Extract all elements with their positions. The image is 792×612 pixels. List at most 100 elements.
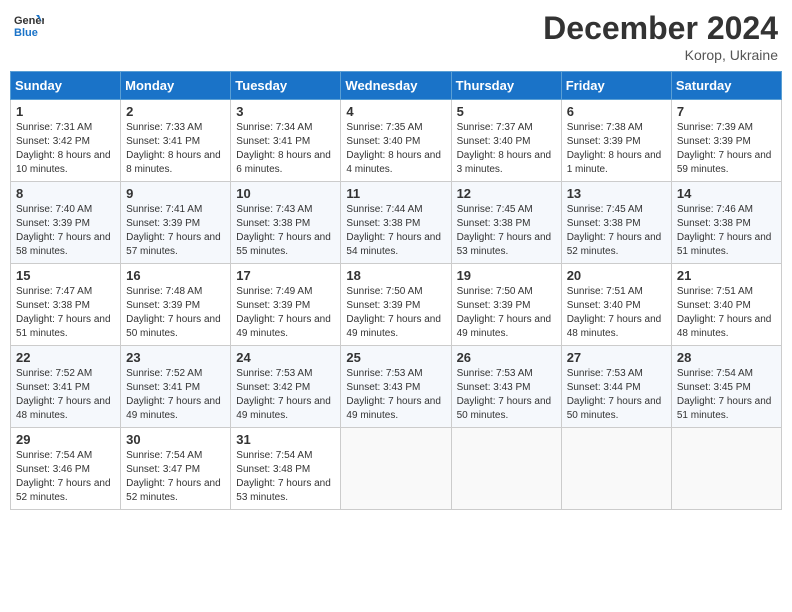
calendar-cell: 13 Sunrise: 7:45 AMSunset: 3:38 PMDayligh… <box>561 182 671 264</box>
cell-text: Sunrise: 7:50 AMSunset: 3:39 PMDaylight:… <box>346 285 445 341</box>
calendar-cell: 19 Sunrise: 7:50 AMSunset: 3:39 PMDayligh… <box>451 264 561 346</box>
day-number: 28 <box>677 350 776 365</box>
day-number: 30 <box>126 432 225 447</box>
calendar-cell: 11Sunrise: 7:44 AMSunset: 3:38 PMDayligh… <box>341 182 451 264</box>
day-number: 4 <box>346 104 445 119</box>
calendar-cell: 17 Sunrise: 7:49 AMSunset: 3:39 PMDayligh… <box>231 264 341 346</box>
calendar-week-1: 1Sunrise: 7:31 AMSunset: 3:42 PMDaylight… <box>11 100 782 182</box>
day-number: 2 <box>126 104 225 119</box>
day-number: 31 <box>236 432 335 447</box>
day-number: 9 <box>126 186 225 201</box>
cell-text: Sunrise: 7:38 AMSunset: 3:39 PMDaylight:… <box>567 121 666 177</box>
cell-text: Sunrise: 7:53 AMSunset: 3:43 PMDaylight:… <box>457 367 556 423</box>
day-number: 15 <box>16 268 115 283</box>
calendar-week-3: 15 Sunrise: 7:47 AMSunset: 3:38 PMDayligh… <box>11 264 782 346</box>
day-number: 23 <box>126 350 225 365</box>
logo-icon: General Blue <box>14 10 44 40</box>
cell-text: Sunrise: 7:47 AMSunset: 3:38 PMDaylight:… <box>16 285 115 341</box>
day-number: 20 <box>567 268 666 283</box>
cell-text: Sunrise: 7:43 AMSunset: 3:38 PMDaylight:… <box>236 203 335 259</box>
calendar-cell <box>341 428 451 510</box>
calendar-header-row: SundayMondayTuesdayWednesdayThursdayFrid… <box>11 72 782 100</box>
cell-text: Sunrise: 7:37 AMSunset: 3:40 PMDaylight:… <box>457 121 556 177</box>
calendar-cell: 26 Sunrise: 7:53 AMSunset: 3:43 PMDayligh… <box>451 346 561 428</box>
day-number: 7 <box>677 104 776 119</box>
day-header-saturday: Saturday <box>671 72 781 100</box>
cell-text: Sunrise: 7:34 AMSunset: 3:41 PMDaylight:… <box>236 121 335 177</box>
cell-text: Sunrise: 7:41 AMSunset: 3:39 PMDaylight:… <box>126 203 225 259</box>
calendar-week-2: 8 Sunrise: 7:40 AMSunset: 3:39 PMDaylight… <box>11 182 782 264</box>
calendar-cell: 12Sunrise: 7:45 AMSunset: 3:38 PMDayligh… <box>451 182 561 264</box>
day-number: 18 <box>346 268 445 283</box>
calendar-week-4: 22 Sunrise: 7:52 AMSunset: 3:41 PMDayligh… <box>11 346 782 428</box>
calendar-cell: 16 Sunrise: 7:48 AMSunset: 3:39 PMDayligh… <box>121 264 231 346</box>
calendar-cell: 23 Sunrise: 7:52 AMSunset: 3:41 PMDayligh… <box>121 346 231 428</box>
cell-text: Sunrise: 7:53 AMSunset: 3:42 PMDaylight:… <box>236 367 335 423</box>
day-header-thursday: Thursday <box>451 72 561 100</box>
day-number: 21 <box>677 268 776 283</box>
day-header-sunday: Sunday <box>11 72 121 100</box>
cell-text: Sunrise: 7:48 AMSunset: 3:39 PMDaylight:… <box>126 285 225 341</box>
day-header-monday: Monday <box>121 72 231 100</box>
calendar-cell: 18 Sunrise: 7:50 AMSunset: 3:39 PMDayligh… <box>341 264 451 346</box>
calendar-cell <box>561 428 671 510</box>
cell-text: Sunrise: 7:45 AMSunset: 3:38 PMDaylight:… <box>567 203 666 259</box>
day-header-friday: Friday <box>561 72 671 100</box>
location: Korop, Ukraine <box>543 47 778 63</box>
calendar-cell: 1Sunrise: 7:31 AMSunset: 3:42 PMDaylight… <box>11 100 121 182</box>
calendar-cell: 24 Sunrise: 7:53 AMSunset: 3:42 PMDayligh… <box>231 346 341 428</box>
day-number: 14 <box>677 186 776 201</box>
calendar-cell: 28 Sunrise: 7:54 AMSunset: 3:45 PMDayligh… <box>671 346 781 428</box>
calendar-body: 1Sunrise: 7:31 AMSunset: 3:42 PMDaylight… <box>11 100 782 510</box>
calendar-cell: 15 Sunrise: 7:47 AMSunset: 3:38 PMDayligh… <box>11 264 121 346</box>
day-number: 22 <box>16 350 115 365</box>
day-number: 5 <box>457 104 556 119</box>
calendar-cell: 4Sunrise: 7:35 AMSunset: 3:40 PMDaylight… <box>341 100 451 182</box>
calendar-cell <box>671 428 781 510</box>
calendar-cell: 31Sunrise: 7:54 AMSunset: 3:48 PMDayligh… <box>231 428 341 510</box>
logo: General Blue <box>14 10 48 40</box>
calendar-cell: 6 Sunrise: 7:38 AMSunset: 3:39 PMDaylight… <box>561 100 671 182</box>
day-number: 17 <box>236 268 335 283</box>
cell-text: Sunrise: 7:49 AMSunset: 3:39 PMDaylight:… <box>236 285 335 341</box>
day-number: 6 <box>567 104 666 119</box>
calendar-cell: 2Sunrise: 7:33 AMSunset: 3:41 PMDaylight… <box>121 100 231 182</box>
day-header-wednesday: Wednesday <box>341 72 451 100</box>
svg-text:Blue: Blue <box>14 27 38 39</box>
cell-text: Sunrise: 7:53 AMSunset: 3:43 PMDaylight:… <box>346 367 445 423</box>
title-block: December 2024 Korop, Ukraine <box>543 10 778 63</box>
day-number: 25 <box>346 350 445 365</box>
calendar-cell: 9 Sunrise: 7:41 AMSunset: 3:39 PMDaylight… <box>121 182 231 264</box>
day-number: 19 <box>457 268 556 283</box>
day-number: 26 <box>457 350 556 365</box>
calendar-cell: 10Sunrise: 7:43 AMSunset: 3:38 PMDayligh… <box>231 182 341 264</box>
day-number: 11 <box>346 186 445 201</box>
cell-text: Sunrise: 7:40 AMSunset: 3:39 PMDaylight:… <box>16 203 115 259</box>
calendar-cell: 27Sunrise: 7:53 AMSunset: 3:44 PMDayligh… <box>561 346 671 428</box>
day-number: 27 <box>567 350 666 365</box>
cell-text: Sunrise: 7:39 AMSunset: 3:39 PMDaylight:… <box>677 121 776 177</box>
day-number: 16 <box>126 268 225 283</box>
calendar-cell: 14Sunrise: 7:46 AMSunset: 3:38 PMDayligh… <box>671 182 781 264</box>
day-number: 3 <box>236 104 335 119</box>
calendar-cell: 20 Sunrise: 7:51 AMSunset: 3:40 PMDayligh… <box>561 264 671 346</box>
day-number: 24 <box>236 350 335 365</box>
calendar-cell: 22Sunrise: 7:52 AMSunset: 3:41 PMDayligh… <box>11 346 121 428</box>
calendar-cell: 29Sunrise: 7:54 AMSunset: 3:46 PMDayligh… <box>11 428 121 510</box>
calendar-cell: 5 Sunrise: 7:37 AMSunset: 3:40 PMDaylight… <box>451 100 561 182</box>
calendar-cell: 8 Sunrise: 7:40 AMSunset: 3:39 PMDaylight… <box>11 182 121 264</box>
day-header-tuesday: Tuesday <box>231 72 341 100</box>
day-number: 8 <box>16 186 115 201</box>
cell-text: Sunrise: 7:50 AMSunset: 3:39 PMDaylight:… <box>457 285 556 341</box>
cell-text: Sunrise: 7:51 AMSunset: 3:40 PMDaylight:… <box>677 285 776 341</box>
calendar-cell <box>451 428 561 510</box>
calendar-cell: 30Sunrise: 7:54 AMSunset: 3:47 PMDayligh… <box>121 428 231 510</box>
cell-text: Sunrise: 7:51 AMSunset: 3:40 PMDaylight:… <box>567 285 666 341</box>
calendar-cell: 3 Sunrise: 7:34 AMSunset: 3:41 PMDaylight… <box>231 100 341 182</box>
day-number: 13 <box>567 186 666 201</box>
page-header: General Blue December 2024 Korop, Ukrain… <box>10 10 782 63</box>
cell-text: Sunrise: 7:54 AMSunset: 3:45 PMDaylight:… <box>677 367 776 423</box>
cell-text: Sunrise: 7:52 AMSunset: 3:41 PMDaylight:… <box>126 367 225 423</box>
calendar-cell: 25 Sunrise: 7:53 AMSunset: 3:43 PMDayligh… <box>341 346 451 428</box>
day-number: 12 <box>457 186 556 201</box>
